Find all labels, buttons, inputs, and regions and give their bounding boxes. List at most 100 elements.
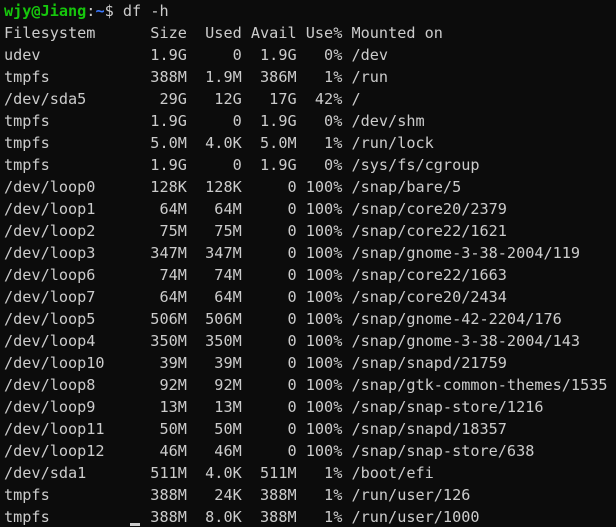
cell-used: 4.0K bbox=[186, 134, 242, 152]
cell-avail: 511M bbox=[241, 464, 297, 482]
df-row: /dev/loop10 39M 39M 0 100% /snap/snapd/2… bbox=[4, 352, 616, 374]
cell-used: 64M bbox=[186, 200, 242, 218]
cell-filesystem: tmpfs bbox=[4, 508, 142, 526]
cell-filesystem: /dev/sda1 bbox=[4, 464, 142, 482]
df-row: /dev/loop2 75M 75M 0 100% /snap/core22/1… bbox=[4, 220, 616, 242]
cell-use-percent: 1% bbox=[296, 68, 343, 86]
prompt-command: df -h bbox=[113, 2, 169, 20]
cell-use-percent: 100% bbox=[296, 222, 343, 240]
cell-avail: 388M bbox=[241, 508, 297, 526]
cell-used: 39M bbox=[186, 354, 242, 372]
cell-filesystem: /dev/loop7 bbox=[4, 288, 142, 306]
cell-use-percent: 1% bbox=[296, 134, 343, 152]
df-row: udev 1.9G 0 1.9G 0% /dev bbox=[4, 44, 616, 66]
cell-mounted-on: /snap/snap-store/638 bbox=[342, 442, 535, 460]
cell-use-percent: 100% bbox=[296, 288, 343, 306]
cell-use-percent: 100% bbox=[296, 420, 343, 438]
column-header: Used bbox=[186, 24, 242, 42]
cell-filesystem: /dev/loop6 bbox=[4, 266, 142, 284]
cell-avail: 0 bbox=[241, 222, 297, 240]
cell-size: 506M bbox=[141, 310, 187, 328]
cell-used: 92M bbox=[186, 376, 242, 394]
df-row: /dev/loop1 64M 64M 0 100% /snap/core20/2… bbox=[4, 198, 616, 220]
cell-mounted-on: /dev bbox=[342, 46, 389, 64]
cell-mounted-on: /snap/gnome-42-2204/176 bbox=[342, 310, 562, 328]
cell-mounted-on: /run/user/1000 bbox=[342, 508, 480, 526]
cell-size: 13M bbox=[141, 398, 187, 416]
terminal-window[interactable]: wjy@Jiang:~$ df -h Filesystem Size Used … bbox=[0, 0, 616, 527]
cell-mounted-on: / bbox=[342, 90, 361, 108]
cell-size: 1.9G bbox=[141, 156, 187, 174]
cell-mounted-on: /snap/snap-store/1216 bbox=[342, 398, 544, 416]
cell-size: 350M bbox=[141, 332, 187, 350]
column-header: Size bbox=[141, 24, 187, 42]
prompt-user-host: wjy@Jiang bbox=[4, 2, 87, 20]
column-header: Avail bbox=[241, 24, 297, 42]
cell-use-percent: 100% bbox=[296, 398, 343, 416]
cell-used: 64M bbox=[186, 288, 242, 306]
column-header: Mounted on bbox=[342, 24, 443, 42]
df-row: /dev/loop0 128K 128K 0 100% /snap/bare/5 bbox=[4, 176, 616, 198]
cell-avail: 0 bbox=[241, 354, 297, 372]
cell-size: 388M bbox=[141, 68, 187, 86]
cell-used: 0 bbox=[186, 112, 242, 130]
cell-used: 13M bbox=[186, 398, 242, 416]
cell-mounted-on: /snap/core20/2434 bbox=[342, 288, 507, 306]
cell-use-percent: 0% bbox=[296, 112, 343, 130]
cell-size: 1.9G bbox=[141, 112, 187, 130]
df-row: /dev/loop7 64M 64M 0 100% /snap/core20/2… bbox=[4, 286, 616, 308]
cell-use-percent: 1% bbox=[296, 486, 343, 504]
cell-avail: 1.9G bbox=[241, 156, 297, 174]
df-header-line: Filesystem Size Used Avail Use% Mounted … bbox=[4, 22, 616, 44]
cell-filesystem: /dev/loop0 bbox=[4, 178, 142, 196]
cell-used: 8.0K bbox=[186, 508, 242, 526]
df-row: tmpfs 1.9G 0 1.9G 0% /dev/shm bbox=[4, 110, 616, 132]
cell-filesystem: tmpfs bbox=[4, 486, 142, 504]
cell-size: 50M bbox=[141, 420, 187, 438]
cell-used: 75M bbox=[186, 222, 242, 240]
cell-size: 128K bbox=[141, 178, 187, 196]
df-row: tmpfs 5.0M 4.0K 5.0M 1% /run/lock bbox=[4, 132, 616, 154]
cell-size: 46M bbox=[141, 442, 187, 460]
cell-size: 347M bbox=[141, 244, 187, 262]
cell-size: 388M bbox=[141, 508, 187, 526]
cell-filesystem: tmpfs bbox=[4, 156, 142, 174]
cell-mounted-on: /sys/fs/cgroup bbox=[342, 156, 480, 174]
prompt-line: wjy@Jiang:~$ df -h bbox=[4, 0, 616, 22]
cell-mounted-on: /snap/bare/5 bbox=[342, 178, 462, 196]
cell-filesystem: /dev/loop10 bbox=[4, 354, 142, 372]
cell-mounted-on: /snap/core22/1663 bbox=[342, 266, 507, 284]
cell-filesystem: /dev/loop8 bbox=[4, 376, 142, 394]
cell-size: 511M bbox=[141, 464, 187, 482]
df-row: /dev/loop6 74M 74M 0 100% /snap/core22/1… bbox=[4, 264, 616, 286]
cell-use-percent: 100% bbox=[296, 376, 343, 394]
cell-used: 1.9M bbox=[186, 68, 242, 86]
cell-use-percent: 100% bbox=[296, 244, 343, 262]
cell-avail: 0 bbox=[241, 332, 297, 350]
cell-use-percent: 42% bbox=[296, 90, 343, 108]
cell-filesystem: /dev/loop9 bbox=[4, 398, 142, 416]
cell-filesystem: /dev/loop3 bbox=[4, 244, 142, 262]
cell-avail: 1.9G bbox=[241, 112, 297, 130]
cell-use-percent: 100% bbox=[296, 266, 343, 284]
cell-mounted-on: /snap/core20/2379 bbox=[342, 200, 507, 218]
cell-avail: 0 bbox=[241, 244, 297, 262]
prompt-cwd: ~ bbox=[95, 2, 105, 20]
cell-size: 64M bbox=[141, 200, 187, 218]
cell-filesystem: tmpfs bbox=[4, 68, 142, 86]
cell-filesystem: /dev/loop1 bbox=[4, 200, 142, 218]
cell-use-percent: 0% bbox=[296, 156, 343, 174]
cell-avail: 0 bbox=[241, 310, 297, 328]
df-row: /dev/loop5 506M 506M 0 100% /snap/gnome-… bbox=[4, 308, 616, 330]
cell-used: 24K bbox=[186, 486, 242, 504]
cell-filesystem: /dev/loop5 bbox=[4, 310, 142, 328]
df-row: tmpfs 1.9G 0 1.9G 0% /sys/fs/cgroup bbox=[4, 154, 616, 176]
cell-mounted-on: /snap/gtk-common-themes/1535 bbox=[342, 376, 608, 394]
cell-avail: 0 bbox=[241, 398, 297, 416]
cell-avail: 17G bbox=[241, 90, 297, 108]
cell-use-percent: 1% bbox=[296, 464, 343, 482]
cell-filesystem: /dev/sda5 bbox=[4, 90, 142, 108]
cell-used: 12G bbox=[186, 90, 242, 108]
cell-size: 29G bbox=[141, 90, 187, 108]
df-row: tmpfs 388M 1.9M 386M 1% /run bbox=[4, 66, 616, 88]
